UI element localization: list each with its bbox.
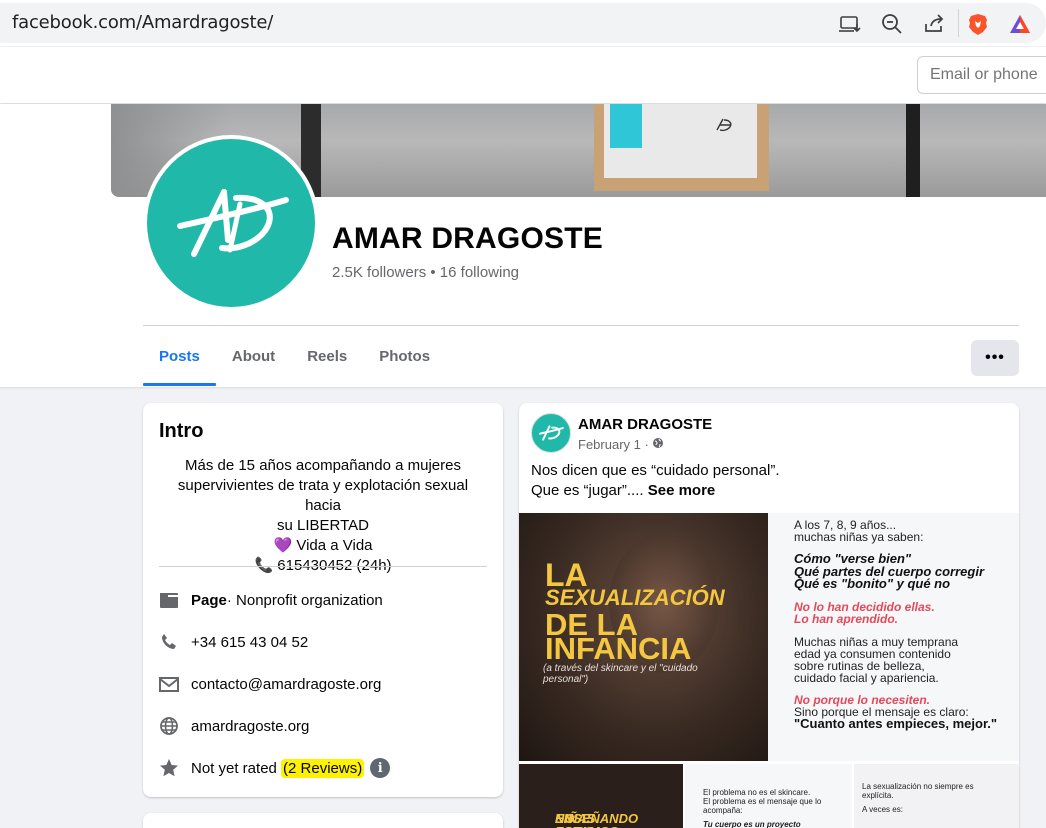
image-text-line: Tu cuerpo es un proyecto	[703, 820, 801, 828]
profile-tabs: Posts About Reels Photos	[143, 326, 446, 386]
post-text-line: Nos dicen que es “cuidado personal”.	[531, 462, 780, 479]
install-app-icon[interactable]	[838, 12, 862, 36]
image-text: muchas niñas ya saben:	[794, 530, 924, 544]
bio-line: su LIBERTAD	[277, 517, 369, 534]
globe-icon	[652, 437, 664, 452]
rating-text: Not yet rated	[191, 759, 282, 777]
share-icon[interactable]	[922, 12, 946, 36]
logo-disc	[147, 139, 315, 307]
post-author-avatar[interactable]	[531, 413, 571, 453]
see-more-link[interactable]: See more	[648, 482, 716, 499]
post-card: AMAR DRAGOSTE February 1 · Nos dicen que…	[519, 403, 1019, 828]
zoom-out-icon[interactable]	[880, 12, 904, 36]
image-text: sobre rutinas de belleza,	[794, 658, 925, 673]
image-text: edad ya consumen contenido	[794, 646, 951, 661]
page-label: Page	[191, 591, 227, 609]
reviews-link[interactable]: (2 Reviews)	[281, 758, 365, 778]
image-subtitle: (a través del skincare y el "cuidado per…	[543, 663, 698, 685]
phone-row: +34 615 43 04 52	[159, 630, 489, 654]
tab-about[interactable]: About	[216, 326, 291, 386]
rating-row: Not yet rated (2 Reviews) i	[159, 756, 489, 780]
image-text: Qué es "bonito" y qué no	[794, 576, 951, 591]
image-text: "Cuanto antes empieces, mejor."	[794, 716, 998, 731]
cover-picture-frame	[594, 104, 769, 191]
post-image-bottom-middle[interactable]: El problema no es el skincare. El proble…	[685, 764, 852, 828]
image-text-line: explícita.	[862, 791, 894, 800]
intro-card: Intro Más de 15 años acompañando a mujer…	[143, 403, 503, 797]
ad-logo-icon	[539, 425, 564, 441]
toolbar-divider	[958, 9, 959, 37]
page-category: · Nonprofit organization	[226, 591, 383, 609]
intro-divider	[159, 566, 487, 567]
post-timestamp: February 1 ·	[578, 437, 664, 452]
image-heading: SEXUALIZACIÓN	[545, 585, 725, 610]
post-image-bottom-right[interactable]: La sexualización no siempre es explícita…	[854, 764, 1019, 828]
post-image-row-2: NO ESTAMOS ENSEÑANDO A LAS NIÑAS A El pr…	[519, 764, 1019, 828]
facebook-header	[0, 47, 1046, 103]
image-text-line: La sexualización no siempre es	[862, 782, 974, 791]
profile-header: AMAR DRAGOSTE 2.5K followers • 16 follow…	[0, 104, 1046, 387]
star-icon	[159, 758, 179, 778]
follower-stats[interactable]: 2.5K followers • 16 following	[332, 264, 519, 281]
image-text-line: El problema es el mensaje que lo	[703, 797, 822, 806]
website-link[interactable]: amardragoste.org	[191, 718, 309, 735]
cover-logo-mark	[716, 118, 732, 132]
page-title: AMAR DRAGOSTE	[332, 222, 603, 255]
image-text-line: A veces es:	[862, 805, 903, 814]
post-image-bottom-left[interactable]: NO ESTAMOS ENSEÑANDO A LAS NIÑAS A	[519, 764, 683, 828]
post-text-line: Que es “jugar”....	[531, 482, 648, 499]
post-image-right[interactable]: A los 7, 8, 9 años... muchas niñas ya sa…	[768, 513, 1019, 761]
brave-shield-icon[interactable]	[966, 12, 990, 36]
image-text: Muchas niñas a muy temprana	[794, 634, 959, 649]
website-row: amardragoste.org	[159, 714, 489, 738]
image-heading: INFANCIA	[545, 631, 692, 666]
browser-toolbar: facebook.com/Amardragoste/	[0, 0, 1046, 46]
address-bar[interactable]: facebook.com/Amardragoste/	[0, 3, 1046, 43]
cover-frame-teal	[610, 104, 642, 148]
profile-picture[interactable]	[143, 135, 319, 311]
envelope-icon	[159, 674, 179, 694]
bio-line: supervivientes de trata y explotación se…	[177, 477, 469, 514]
phone-number[interactable]: +34 615 43 04 52	[191, 634, 308, 651]
info-icon[interactable]: i	[370, 758, 391, 778]
email-link[interactable]: contacto@amardragoste.org	[191, 676, 381, 693]
page-category-row: Page · Nonprofit organization	[159, 588, 489, 612]
brave-rewards-icon[interactable]	[1008, 12, 1032, 36]
tab-posts[interactable]: Posts	[143, 326, 216, 386]
post-body: Nos dicen que es “cuidado personal”. Que…	[531, 461, 1007, 501]
image-text-line: El problema no es el skincare.	[703, 788, 811, 797]
ad-logo-icon	[177, 189, 289, 257]
intro-bio: Más de 15 años acompañando a mujeres sup…	[159, 456, 487, 576]
image-text: Lo han aprendido.	[794, 612, 898, 626]
globe-icon	[159, 716, 179, 736]
email-field[interactable]	[917, 56, 1046, 94]
post-author-name[interactable]: AMAR DRAGOSTE	[578, 416, 712, 433]
tab-photos[interactable]: Photos	[363, 326, 446, 386]
phone-icon	[159, 632, 179, 652]
post-image-left[interactable]: LA SEXUALIZACIÓN DE LA INFANCIA (a travé…	[519, 513, 768, 761]
bio-line: Más de 15 años acompañando a mujeres	[184, 457, 461, 474]
cover-dark-frame-right	[906, 104, 920, 197]
email-row: contacto@amardragoste.org	[159, 672, 489, 696]
image-text: cuidado facial y apariencia.	[794, 670, 939, 685]
image-text-line: NIÑAS A	[555, 811, 596, 828]
photos-card	[143, 813, 503, 828]
more-options-button[interactable]: •••	[971, 340, 1019, 376]
flag-icon	[159, 590, 179, 610]
post-date[interactable]: February 1 ·	[578, 437, 652, 452]
image-text-line: acompaña:	[703, 806, 743, 815]
tab-reels[interactable]: Reels	[291, 326, 363, 386]
intro-title: Intro	[159, 420, 204, 442]
bio-line: 💜 Vida a Vida	[273, 537, 373, 554]
url-text[interactable]: facebook.com/Amardragoste/	[12, 12, 273, 33]
